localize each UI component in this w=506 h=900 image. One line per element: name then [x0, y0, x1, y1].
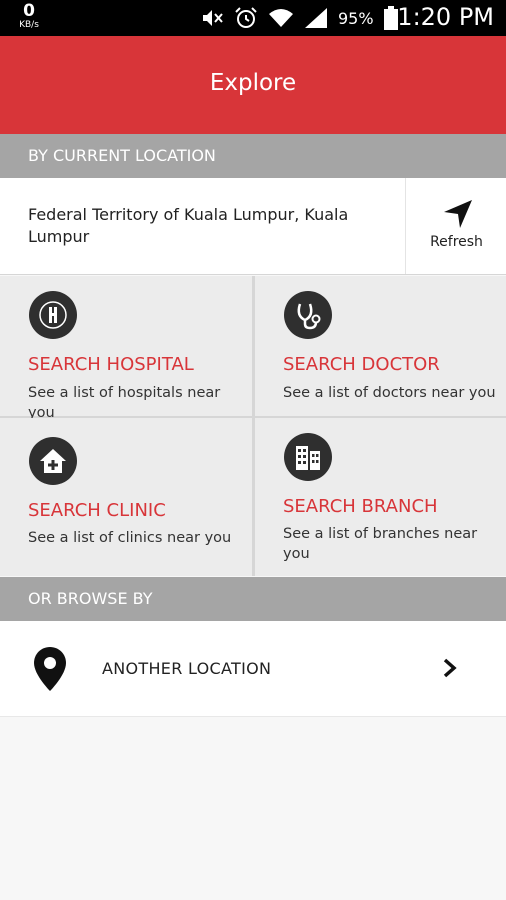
search-hospital-title: SEARCH HOSPITAL: [28, 354, 194, 375]
another-location-label: ANOTHER LOCATION: [102, 659, 272, 678]
search-clinic-description: See a list of clinics near you: [28, 530, 232, 546]
section-header-label: BY CURRENT LOCATION: [28, 146, 216, 165]
mute-icon: [203, 10, 223, 26]
search-clinic-title: SEARCH CLINIC: [28, 500, 166, 521]
current-location-row: Federal Territory of Kuala Lumpur, Kuala…: [0, 178, 506, 275]
page-title: Explore: [209, 70, 297, 96]
search-hospital-description: See a list of hospitals near you: [28, 385, 221, 421]
data-rate-value: 0: [23, 1, 35, 21]
battery-percent: 95%: [338, 8, 374, 28]
section-header-label: OR BROWSE BY: [28, 589, 153, 608]
alarm-icon: [235, 7, 257, 28]
chevron-right-icon: [443, 658, 457, 678]
search-hospital-tile[interactable]: SEARCH HOSPITAL See a list of hospitals …: [0, 276, 252, 421]
current-address: Federal Territory of Kuala Lumpur, Kuala…: [28, 205, 349, 246]
refresh-button[interactable]: Refresh: [405, 178, 506, 274]
hospital-icon: [29, 291, 77, 339]
status-bar: 0 KB/s 95% 1:20 PM: [0, 0, 506, 36]
search-grid: SEARCH HOSPITAL See a list of hospitals …: [0, 276, 506, 576]
stethoscope-icon: [284, 291, 332, 339]
navigation-arrow-icon: [444, 200, 472, 228]
search-branch-description: See a list of branches near you: [283, 526, 478, 562]
signal-icon: [305, 8, 327, 28]
status-icons: 95%: [200, 5, 398, 31]
search-clinic-tile[interactable]: SEARCH CLINIC See a list of clinics near…: [0, 418, 252, 576]
data-rate-unit: KB/s: [19, 20, 39, 30]
section-header-browse: OR BROWSE BY: [0, 577, 506, 621]
battery-icon: [383, 6, 398, 30]
search-branch-title: SEARCH BRANCH: [283, 496, 438, 517]
another-location-row[interactable]: ANOTHER LOCATION: [0, 621, 506, 717]
section-header-current-location: BY CURRENT LOCATION: [0, 134, 506, 178]
app-bar: Explore: [0, 36, 506, 134]
building-icon: [284, 433, 332, 481]
search-branch-tile[interactable]: SEARCH BRANCH See a list of branches nea…: [255, 418, 506, 576]
location-pin-icon: [34, 647, 66, 691]
data-rate-indicator: 0 KB/s: [14, 3, 44, 30]
search-doctor-tile[interactable]: SEARCH DOCTOR See a list of doctors near…: [255, 276, 506, 416]
search-doctor-title: SEARCH DOCTOR: [283, 354, 440, 375]
clinic-icon: [29, 437, 77, 485]
search-doctor-description: See a list of doctors near you: [283, 385, 496, 401]
clock: 1:20 PM: [397, 3, 494, 31]
wifi-icon: [269, 9, 293, 27]
refresh-label: Refresh: [430, 234, 483, 250]
